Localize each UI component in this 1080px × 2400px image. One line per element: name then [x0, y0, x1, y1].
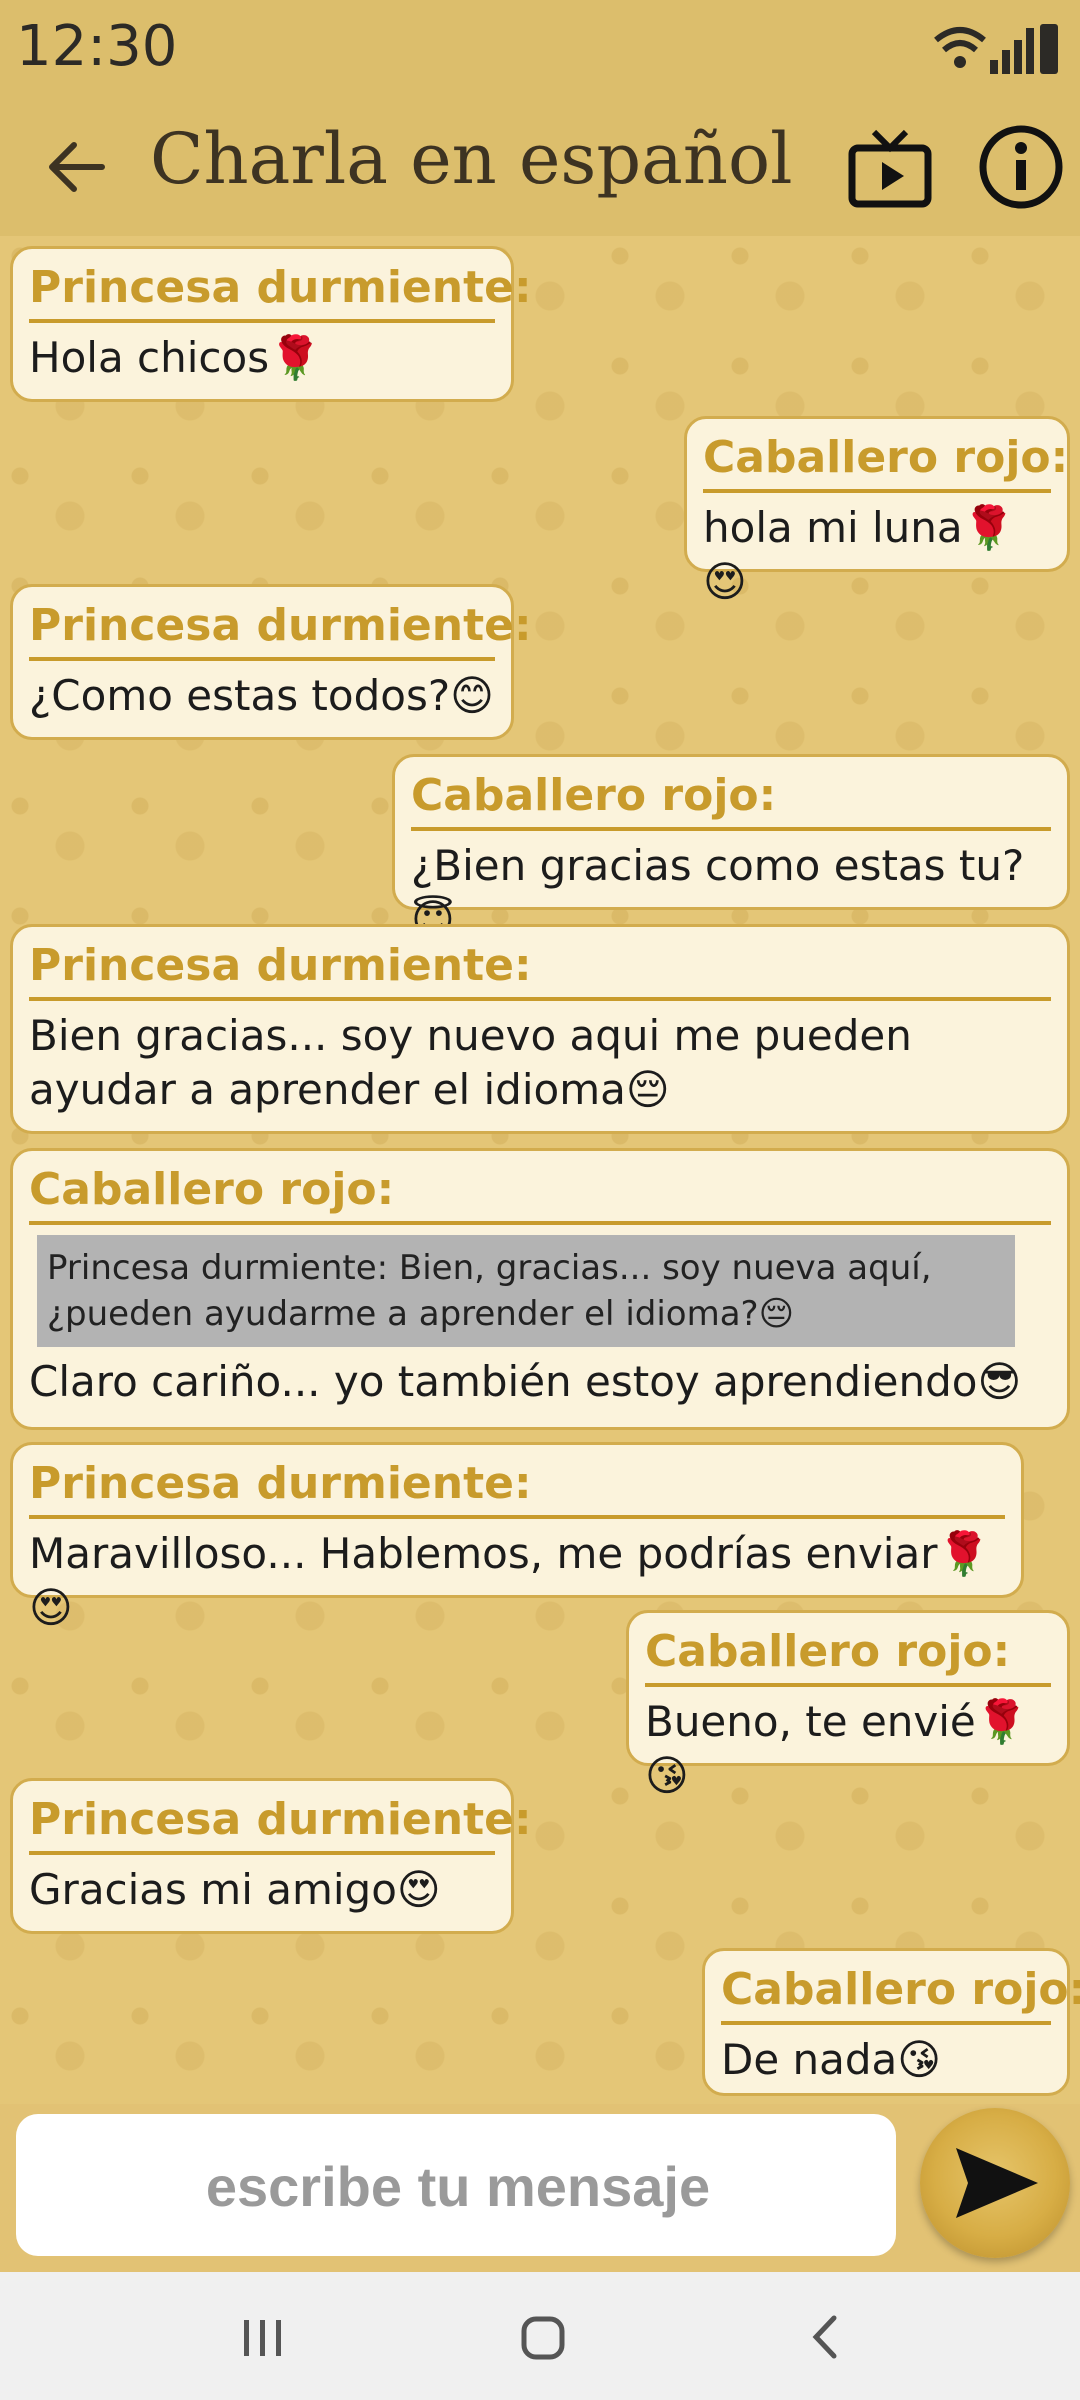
- wifi-signal-battery-icon: [934, 24, 1058, 74]
- home-button[interactable]: [502, 2302, 582, 2372]
- message-input[interactable]: [16, 2114, 900, 2258]
- message-sender: Caballero rojo:: [411, 767, 1051, 831]
- message-sender: Princesa durmiente:: [29, 937, 1051, 1001]
- message-sender: Caballero rojo:: [703, 429, 1068, 493]
- message-sender: Princesa durmiente:: [29, 1791, 532, 1855]
- message-input-container: [16, 2114, 900, 2258]
- message-bubble: Princesa durmiente: Hola chicos🌹: [10, 246, 532, 402]
- message-text: Gracias mi amigo😍: [29, 1865, 441, 1914]
- quoted-message[interactable]: Princesa durmiente: Bien, gracias... soy…: [37, 1235, 1015, 1347]
- message-text: Bueno, te envié🌹😘: [645, 1697, 1029, 1800]
- message-bubble: Caballero rojo: Bueno, te envié🌹😘: [626, 1610, 1070, 1800]
- message-text: hola mi luna🌹😍: [703, 503, 1015, 606]
- status-icons: [930, 20, 1060, 76]
- message-sender: Princesa durmiente:: [29, 1455, 1005, 1519]
- status-bar: 12:30: [0, 0, 1080, 100]
- message-bubble: Caballero rojo: De nada😘: [702, 1948, 1080, 2096]
- message-text: Hola chicos🌹: [29, 333, 322, 382]
- home-icon: [521, 2316, 565, 2360]
- recent-apps-button[interactable]: [222, 2302, 302, 2372]
- nav-back-button[interactable]: [786, 2302, 866, 2372]
- message-sender: Princesa durmiente:: [29, 259, 532, 323]
- message-bubble: Caballero rojo: Princesa durmiente: Bien…: [10, 1148, 1070, 1430]
- nav-back-icon: [812, 2315, 837, 2359]
- info-button[interactable]: [976, 122, 1066, 212]
- recent-apps-icon: [244, 2320, 281, 2356]
- system-navigation-bar: [0, 2272, 1080, 2400]
- message-bubble: Caballero rojo: ¿Bien gracias como estas…: [392, 754, 1070, 944]
- message-bubble: Princesa durmiente: Gracias mi amigo😍: [10, 1778, 532, 1934]
- message-text: De nada😘: [721, 2035, 942, 2084]
- send-icon: [956, 2148, 1038, 2218]
- send-button[interactable]: [920, 2108, 1070, 2258]
- arrow-back-icon: [49, 142, 105, 192]
- app-header: Charla en español: [0, 100, 1080, 236]
- status-time: 12:30: [16, 14, 178, 79]
- tv-icon: [848, 129, 932, 208]
- tv-button[interactable]: [848, 126, 932, 210]
- message-bubble: Princesa durmiente: ¿Como estas todos?😊: [10, 584, 532, 740]
- message-bubble: Princesa durmiente: Bien gracias... soy …: [10, 924, 1070, 1134]
- chat-area[interactable]: Princesa durmiente: Hola chicos🌹 Caballe…: [0, 236, 1080, 2104]
- message-text: Bien gracias... soy nuevo aqui me pueden…: [29, 1011, 912, 1114]
- message-sender: Princesa durmiente:: [29, 597, 532, 661]
- message-sender: Caballero rojo:: [645, 1623, 1051, 1687]
- message-sender: Caballero rojo:: [29, 1161, 1051, 1225]
- back-button[interactable]: [36, 132, 116, 202]
- info-icon: [979, 125, 1063, 209]
- message-bubble: Caballero rojo: hola mi luna🌹😍: [684, 416, 1070, 606]
- message-bubble: Princesa durmiente: Maravilloso... Hable…: [10, 1442, 1024, 1632]
- message-text: Claro cariño... yo también estoy aprendi…: [29, 1357, 1022, 1406]
- message-text: ¿Como estas todos?😊: [29, 671, 494, 720]
- page-title: Charla en español: [150, 118, 793, 200]
- message-sender: Caballero rojo:: [721, 1961, 1080, 2025]
